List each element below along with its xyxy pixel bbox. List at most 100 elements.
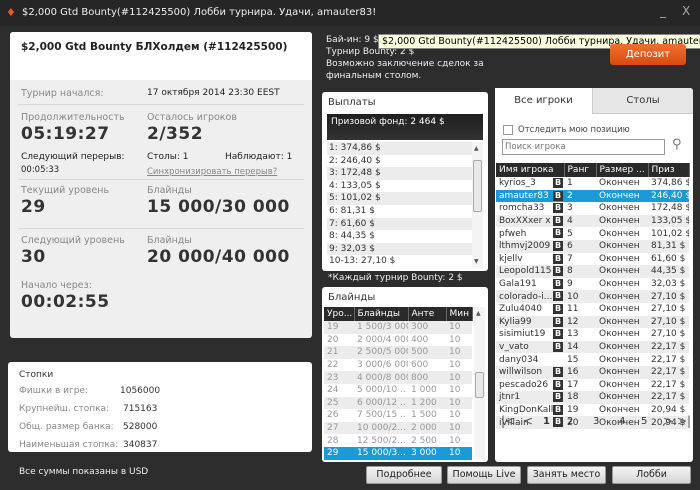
page-1[interactable]: 1	[543, 416, 550, 427]
details-button[interactable]: Подробнее	[366, 466, 442, 484]
player-row[interactable]: willwilson B 16 Окончен 22,17 $	[496, 365, 689, 379]
live-help-button[interactable]: Помощь Live	[447, 466, 521, 484]
blinds-cell: 21	[324, 346, 354, 359]
scroll-down-icon[interactable]: ▼	[474, 258, 479, 265]
blinds-row[interactable]: 20 2 000/4 000 400 10	[324, 334, 472, 347]
tab-all-players[interactable]: Все игроки	[495, 88, 592, 114]
scroll-up-icon[interactable]: ▲	[476, 310, 481, 317]
sync-break-link[interactable]: Синхронизировать перерыв?	[147, 167, 277, 177]
payouts-scrollbar[interactable]: ▲ ▼	[472, 142, 483, 268]
player-row[interactable]: Leopold115 B 8 Окончен 44,35 $	[496, 265, 689, 278]
currency-note: Все суммы показаны в USD	[19, 467, 149, 477]
player-row[interactable]: Kylia99 B 12 Окончен 27,10 $	[496, 315, 689, 329]
col-rank[interactable]: Ранг	[564, 163, 597, 177]
blinds-cell: 600	[411, 360, 429, 371]
player-name-cell: amauter83 B	[496, 189, 564, 203]
blinds-row[interactable]: 24 5 000/10 .. 1 000 10	[324, 384, 472, 397]
col-blinds[interactable]: Блайнды	[354, 307, 409, 321]
player-row[interactable]: dany034 15 Окончен 22,17 $	[496, 353, 689, 366]
close-button[interactable]: X	[682, 4, 690, 18]
bounty-badge-icon: B	[553, 303, 563, 314]
tab-tables[interactable]: Столы	[592, 88, 693, 114]
player-row[interactable]: pescado26 B 17 Окончен 22,17 $	[496, 379, 689, 392]
next-page-icon[interactable]: >	[663, 414, 673, 428]
blinds-row[interactable]: 27 10 000/2... 2 000 10	[324, 421, 472, 435]
page-3[interactable]: 3	[593, 416, 599, 427]
current-blinds-value: 15 000/30 000	[147, 197, 290, 217]
first-page-icon[interactable]: |<	[501, 414, 515, 428]
prize-cell: 44,35 $	[648, 265, 689, 278]
col-stack[interactable]: Размер ...	[596, 163, 649, 177]
status-cell: Окончен	[596, 214, 648, 228]
minimize-button[interactable]: _	[660, 4, 666, 18]
started-value: 17 октября 2014 23:30 EEST	[147, 88, 280, 98]
status-cell: Окончен	[596, 340, 648, 354]
prize-cell: 61,60 $	[651, 253, 686, 264]
next-blinds-value: 20 000/40 000	[147, 247, 290, 267]
col-level[interactable]: Уро...	[324, 307, 355, 321]
player-name: colorado-i...	[499, 291, 553, 302]
player-row[interactable]: v_vato B 14 Окончен 22,17 $	[496, 340, 689, 354]
col-player-name[interactable]: Имя игрока	[496, 163, 565, 177]
prize-cell: 32,03 $	[651, 279, 686, 290]
bounty-badge-icon: B	[553, 278, 563, 289]
player-name-cell: sisimiut19 B	[496, 328, 564, 341]
page-2[interactable]: 2	[567, 416, 573, 427]
last-page-icon[interactable]: >|	[677, 414, 691, 428]
player-row[interactable]: kjellv B 7 Окончен 61,60 $	[496, 253, 689, 266]
lobby-button[interactable]: Лобби	[612, 466, 691, 484]
scroll-thumb[interactable]	[473, 160, 482, 212]
blinds-row[interactable]: 25 6 000/12 .. 1 200 10	[324, 396, 472, 410]
blinds-cell: 24	[327, 385, 339, 396]
player-row[interactable]: colorado-i... B 10 Окончен 27,10 $	[496, 290, 689, 303]
player-row[interactable]: romcha33 B 3 Окончен 172,48 $	[496, 202, 689, 215]
take-seat-button[interactable]: Занять место	[527, 466, 606, 484]
page-4[interactable]: 4	[619, 416, 625, 427]
blinds-row[interactable]: 23 4 000/8 000 800 10	[324, 371, 472, 384]
prev-page-icon[interactable]: <	[523, 414, 533, 428]
player-row[interactable]: sisimiut19 B 13 Окончен 27,10 $	[496, 328, 689, 341]
search-icon[interactable]: ⚲	[672, 137, 682, 152]
player-row[interactable]: Gala191 B 9 Окончен 32,03 $	[496, 278, 689, 291]
bounty-badge-icon: B	[553, 291, 563, 302]
blinds-cell: 1 500	[411, 410, 437, 421]
blinds-row[interactable]: 21 2 500/5 000 500 10	[324, 346, 472, 359]
player-name: Gala191	[499, 279, 537, 290]
blinds-cell: 12 500/2...	[357, 435, 406, 446]
blinds-scrollbar[interactable]: ▲	[474, 307, 485, 459]
player-row[interactable]: pfweh B 5 Окончен 101,02 $	[496, 227, 689, 240]
player-name: Leopold115	[499, 266, 552, 277]
scroll-thumb[interactable]	[475, 372, 484, 398]
player-row[interactable]: BoxXXxer x B 4 Окончен 133,05 $	[496, 214, 689, 228]
list-item: 2: 246,40 $	[329, 155, 381, 166]
list-item: 1: 374,86 $	[327, 142, 472, 155]
rank-cell: 10	[564, 290, 596, 303]
prize-cell: 27,10 $	[651, 329, 686, 340]
blinds-row[interactable]: 28 12 500/2... 2 500 10	[324, 434, 472, 447]
player-row[interactable]: kyrios_3 B 1 Окончен 374,86 $	[496, 177, 689, 190]
status-cell: Окончен	[596, 290, 648, 303]
start-in-label: Начало через:	[21, 280, 92, 291]
track-position-checkbox[interactable]	[503, 125, 513, 135]
blinds-row[interactable]: 19 1 500/3 000 300 10	[324, 321, 472, 334]
col-ante[interactable]: Анте	[408, 307, 447, 321]
blinds-cell: 2 000	[408, 421, 446, 435]
page-5[interactable]: 5	[641, 416, 647, 427]
player-row[interactable]: jtnr1 B 18 Окончен 22,17 $	[496, 391, 689, 404]
blinds-row[interactable]: 29 15 000/3... 3 000 10	[324, 446, 472, 460]
bounty-badge-icon: B	[553, 228, 563, 239]
largest-stack-label: Крупнейш. стопка:	[19, 404, 110, 414]
blinds-cell: 1 500/3 000	[354, 321, 408, 334]
player-row[interactable]: amauter83 B 2 Окончен 246,40 $	[496, 189, 689, 203]
deposit-button[interactable]: Депозит	[610, 44, 686, 65]
col-prize[interactable]: Приз	[648, 163, 690, 177]
current-level-label: Текущий уровень	[21, 185, 110, 196]
scroll-up-icon[interactable]: ▲	[474, 145, 479, 152]
blinds-row[interactable]: 26 7 500/15 .. 1 500 10	[324, 409, 472, 422]
col-min[interactable]: Мин	[446, 307, 473, 321]
blinds-row[interactable]: 22 3 000/6 000 600 10	[324, 359, 472, 372]
player-row[interactable]: lthmvj2009 B 6 Окончен 81,31 $	[496, 239, 689, 253]
player-row[interactable]: Zulu4040 B 11 Окончен 27,10 $	[496, 303, 689, 316]
player-search-input[interactable]	[502, 139, 665, 155]
prize-cell: 22,17 $	[648, 391, 689, 404]
